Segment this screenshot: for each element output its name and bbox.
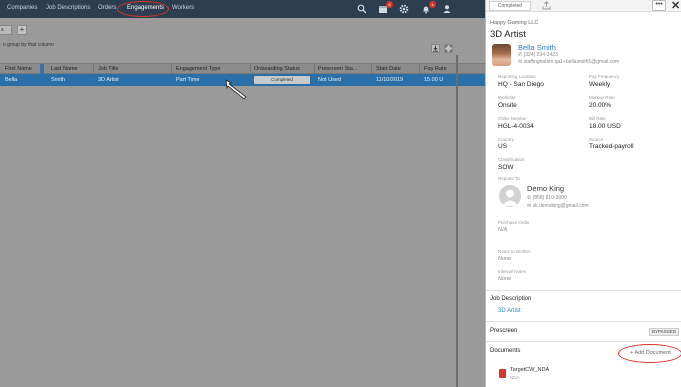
col-first-name[interactable]: First Name [5, 66, 32, 72]
close-icon[interactable]: ✕ [671, 0, 680, 12]
upload-icon[interactable] [542, 1, 551, 12]
documents-title: Documents [490, 348, 521, 354]
cell-prescreen-status: Not Used [318, 77, 341, 83]
calendar-icon[interactable]: 6 [378, 1, 393, 14]
cell-start-date: 11/10/2019 [376, 77, 404, 83]
cell-first-name: Bella [5, 77, 18, 83]
col-pay-rate[interactable]: Pay Rate [424, 66, 447, 72]
pay-frequency-value: Weekly [589, 81, 611, 88]
document-name-link[interactable]: TargetCW_NDA [510, 367, 549, 373]
divider [486, 290, 681, 291]
candidate-avatar [492, 44, 511, 66]
col-engagement-type[interactable]: Engagement Type [176, 66, 221, 72]
nav-companies[interactable]: Companies [7, 5, 37, 11]
cell-engagement-type: Part Time [176, 77, 200, 83]
reports-to-label: Reports To [498, 176, 520, 181]
candidate-email: ✉ staffingnation.qa1+bellasmith5@gmail.c… [518, 59, 619, 65]
nav-orders[interactable]: Orders [98, 5, 116, 11]
field-label: Markup Rate [589, 95, 615, 100]
candidate-phone-text: (324) 234-2423 [523, 52, 558, 58]
grid-header: First Name Last Name Job Title Engagemen… [0, 63, 485, 75]
user-icon[interactable] [442, 4, 452, 14]
reports-to-avatar-icon [499, 185, 521, 207]
divider [486, 321, 681, 322]
col-prescreen-status[interactable]: Prescreen Sta... [318, 66, 357, 72]
view-tab[interactable]: s [0, 25, 12, 35]
field-label: Country [498, 137, 514, 142]
engagements-grid-area: s + o group by that column First Name La… [0, 18, 485, 387]
panel-toolbar: Completed ••• ✕ [486, 0, 681, 12]
col-job-title[interactable]: Job Title [98, 66, 118, 72]
field-label: Classification [498, 157, 525, 162]
divider [486, 341, 681, 342]
field-label: Order Number [498, 116, 527, 121]
cell-job-title: 3D Artist [98, 77, 119, 83]
classification-value: SOW [498, 164, 514, 171]
more-options-button[interactable]: ••• [652, 0, 666, 11]
candidate-email-text: staffingnation.qa1+bellasmith5@gmail.com [523, 59, 620, 65]
candidate-name-link[interactable]: Bella Smith [518, 43, 556, 52]
engagement-detail-panel: Completed ••• ✕ Happy Gaming LLC 3D Arti… [485, 0, 681, 387]
bill-rate-value: 18.00 USD [589, 123, 621, 130]
onboarding-status-badge: Completed [254, 76, 310, 84]
gear-icon[interactable] [399, 4, 409, 14]
grid-edge [456, 55, 458, 387]
notes-to-worker-label: Notes to Worker [498, 249, 531, 254]
group-by-hint: o group by that column [3, 42, 54, 48]
prescreen-status-badge: BYPASSED [649, 328, 679, 336]
calendar-badge: 6 [386, 1, 393, 8]
cell-pay-rate: 15.00 U [424, 77, 444, 83]
field-label: Worksite [498, 95, 516, 100]
reporting-location-value: HQ - San Diego [498, 81, 544, 88]
fullscreen-icon[interactable] [444, 44, 453, 53]
source-value: Tracked-payroll [589, 143, 634, 150]
field-label: Pay Frequency [589, 74, 620, 79]
reports-to-email: ✉ sk.demoking@gmail.com [527, 203, 589, 209]
reports-to-phone: ✆ (858) 810-3000 [527, 195, 567, 201]
purchase-order-value: N/A [498, 227, 508, 233]
job-description-link[interactable]: 3D Artist [498, 308, 521, 314]
status-tab[interactable]: Completed [489, 1, 531, 11]
search-icon[interactable] [357, 4, 367, 14]
prescreen-title: Prescreen [490, 328, 518, 334]
internal-notes-label: Internal Notes [498, 269, 527, 274]
bell-icon[interactable]: 4 [421, 1, 436, 14]
document-type: NDA [510, 375, 520, 380]
add-document-label: Add Document [634, 350, 671, 356]
mouse-cursor-icon [225, 79, 249, 103]
reports-to-email-text: sk.demoking@gmail.com [532, 203, 589, 209]
markup-rate-value: 20.00% [589, 102, 612, 109]
download-icon[interactable] [431, 44, 440, 53]
nav-workers[interactable]: Workers [172, 5, 194, 11]
notes-to-worker-value: None [498, 256, 512, 262]
internal-notes-value: None [498, 276, 512, 282]
country-value: US [498, 143, 508, 150]
add-tab-button[interactable]: + [17, 25, 27, 35]
col-start-date[interactable]: Start Date [376, 66, 401, 72]
reports-to-phone-text: (858) 810-3000 [532, 195, 567, 201]
col-onboarding-status[interactable]: Onboarding Status [254, 66, 300, 72]
bell-badge: 4 [429, 1, 436, 8]
top-nav: Companies Job Descriptions Orders Engage… [0, 0, 485, 18]
add-document-button[interactable]: + Add Document [630, 350, 671, 356]
field-label: Reporting Location [498, 74, 536, 79]
worksite-value: Onsite [498, 102, 517, 109]
purchase-order-label: Purchase Order [498, 220, 530, 225]
field-label: Bill Rate [589, 116, 606, 121]
field-label: Source [589, 137, 604, 142]
engagements-highlight-circle [117, 1, 169, 17]
pdf-file-icon [499, 369, 506, 378]
cell-last-name: Smith [51, 77, 66, 83]
job-description-title: Job Description [490, 296, 532, 302]
engagement-title: 3D Artist [490, 29, 526, 40]
company-name: Happy Gaming LLC [490, 20, 539, 26]
nav-job-descriptions[interactable]: Job Descriptions [46, 5, 90, 11]
order-number-value: HGL-4-0034 [498, 123, 534, 130]
col-last-name[interactable]: Last Name [51, 66, 78, 72]
candidate-phone: ✆ (324) 234-2423 [518, 52, 558, 58]
reports-to-name: Demo King [527, 184, 565, 193]
